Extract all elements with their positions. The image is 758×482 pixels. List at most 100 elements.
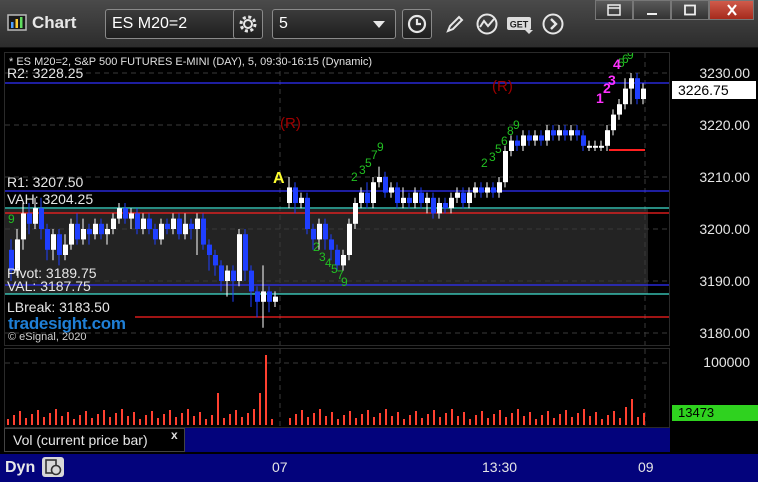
volume-bar [499,410,501,425]
volume-bar [385,409,387,425]
candle [153,229,158,240]
draw-tool-button[interactable] [440,9,470,39]
app-title-label: Chart [32,13,77,32]
marker-r-left: (R) [280,115,301,132]
setup-count-digit: 2 [351,170,358,184]
candle [407,197,412,203]
candle [419,192,424,203]
volume-bar [55,409,57,425]
session-button[interactable] [42,457,64,477]
candle [213,255,218,266]
candle [623,88,628,105]
chart-app-icon [7,14,27,31]
candle [593,145,598,148]
get-data-button[interactable]: GET [505,9,535,39]
candle [425,197,430,203]
candle [377,177,382,183]
candle [515,140,520,146]
candle [611,114,616,131]
candle [521,135,526,146]
maximize-button[interactable] [671,0,709,20]
candle [311,229,316,240]
volume-bar [493,414,495,425]
volume-bar [643,413,645,425]
last-price-badge: 3226.75 [672,81,756,99]
candle [455,192,460,198]
price-pane[interactable]: 923457923579235689569 A (R) (R) 1 2 3 4 … [4,52,670,346]
volume-bar [199,412,201,425]
interval-selector[interactable]: 5 [272,9,396,39]
volume-bar [415,411,417,425]
volume-bar [511,413,513,425]
volume-bar [229,414,231,425]
minimize-icon [647,13,657,15]
candle [587,145,592,148]
minimize-button[interactable] [633,0,671,20]
candle [87,229,92,235]
study-icon [476,13,498,35]
next-button[interactable] [538,9,568,39]
candle [195,218,200,229]
close-icon [726,4,737,16]
volume-bar [49,413,51,425]
close-button[interactable] [709,0,754,20]
volume-bar [637,417,639,425]
candle [299,197,304,203]
volume-bar [391,416,393,425]
candle [323,223,328,240]
volume-bar [133,412,135,425]
volume-bar [421,418,423,425]
volume-bar [367,410,369,425]
volume-bar [319,409,321,425]
price-tick: 3230.00 [699,65,750,81]
volume-bar [625,407,627,425]
setup-count-digit: 2 [481,156,488,170]
candle [371,182,376,203]
volume-bar [331,412,333,425]
r1-label: R1: 3207.50 [7,174,84,190]
candle [443,203,448,209]
volume-bar [259,393,261,425]
volume-bar [403,419,405,425]
candle [533,135,538,141]
candle [287,187,292,203]
candle [437,203,442,214]
volume-bar [553,418,555,425]
candle [293,187,298,203]
studies-button[interactable] [472,9,502,39]
price-tick: 3210.00 [699,169,750,185]
candle [237,234,242,281]
candle [81,229,86,240]
candle [413,192,418,203]
remove-study-button[interactable]: x [171,428,178,442]
val-label: VAL: 3187.75 [7,278,91,294]
candle [581,135,586,146]
volume-bar [97,414,99,425]
volume-bar [265,355,267,425]
candle [449,197,454,209]
volume-last-badge: 13473 [672,405,758,421]
volume-bar [241,417,243,425]
r2-label: R2: 3228.25 [7,65,84,81]
candle [165,223,170,229]
session-icon [45,459,62,476]
candle [177,218,182,235]
time-button[interactable] [402,9,432,39]
dyn-label[interactable]: Dyn [5,459,35,477]
candle [473,187,478,193]
volume-pane[interactable] [4,348,670,428]
price-axis[interactable]: 3230.00 3220.00 3210.00 3200.00 3190.00 … [670,52,758,346]
maximize-icon [684,4,696,16]
vah-label: VAH: 3204.25 [7,191,94,207]
window-menu-button[interactable] [595,0,633,20]
candle [509,140,514,151]
volume-study-label[interactable]: Vol (current price bar) [4,428,185,452]
candle [39,208,44,229]
candle [461,192,466,203]
settings-button[interactable] [233,9,263,39]
time-label: 07 [272,459,288,475]
volume-chart [5,349,669,427]
candle [629,78,634,89]
volume-bar [61,416,63,425]
volume-bar [571,417,573,425]
